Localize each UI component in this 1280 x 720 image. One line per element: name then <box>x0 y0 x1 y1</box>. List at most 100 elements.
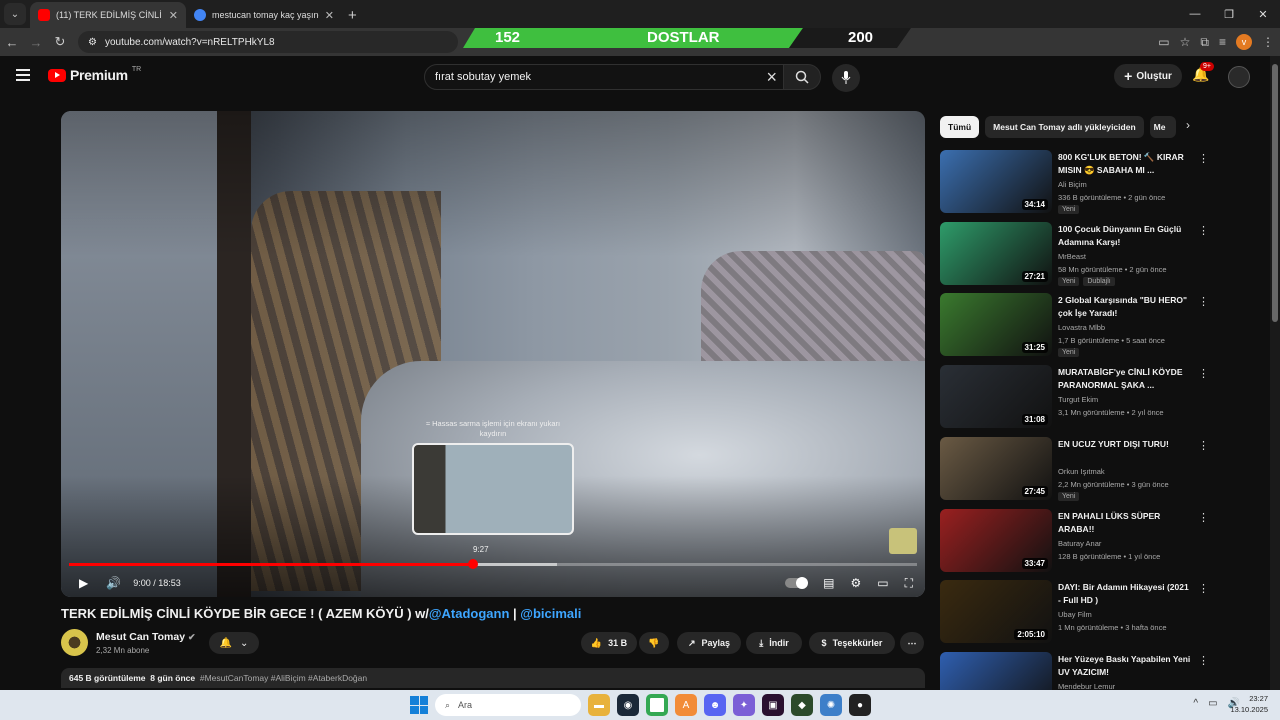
video-channel[interactable]: Baturay Anar <box>1058 539 1101 548</box>
close-tab-icon[interactable]: ✕ <box>169 9 178 22</box>
site-info-icon[interactable]: ⚙ <box>88 37 97 48</box>
youtube-logo[interactable]: Premium TR <box>48 66 141 83</box>
taskbar-search[interactable]: ⌕ Ara <box>435 694 581 716</box>
dislike-button[interactable]: 👎 <box>639 632 669 654</box>
close-window-icon[interactable]: ✕ <box>1246 0 1280 28</box>
download-button[interactable]: ⤓ İndir <box>746 632 802 654</box>
video-channel[interactable]: Turgut Ekim <box>1058 395 1098 404</box>
video-title[interactable]: DAYI: Bir Adamın Hikayesi (2021 - Full H… <box>1058 581 1192 607</box>
recommended-video[interactable]: 2:05:10 DAYI: Bir Adamın Hikayesi (2021 -… <box>940 580 1210 644</box>
more-options-icon[interactable]: ⋮ <box>1198 582 1209 595</box>
subscribed-button[interactable]: 🔔 ⌄ <box>209 632 259 654</box>
close-tab-icon[interactable]: ✕ <box>325 9 334 22</box>
video-thumbnail[interactable]: 27:45 <box>940 436 1052 500</box>
media-controls-icon[interactable]: ≡ <box>1219 35 1226 49</box>
more-actions-button[interactable]: ⋯ <box>900 632 924 654</box>
share-button[interactable]: ↗ Paylaş <box>677 632 741 654</box>
more-options-icon[interactable]: ⋮ <box>1198 654 1209 667</box>
description-box[interactable]: 645 B görüntüleme 8 gün önce #MesutCanTo… <box>61 668 925 688</box>
search-button[interactable] <box>783 64 821 90</box>
clear-search-icon[interactable]: × <box>766 67 777 88</box>
restore-icon[interactable]: ❐ <box>1212 0 1246 28</box>
autoplay-toggle[interactable] <box>785 577 809 589</box>
video-title[interactable]: 800 KG'LUK BETON! 🔨 KIRAR MISIN 😎 SABAHA… <box>1058 151 1192 177</box>
back-icon[interactable]: ← <box>0 35 24 50</box>
profile-avatar[interactable]: v <box>1236 34 1252 50</box>
video-title[interactable]: 2 Global Karşısında "BU HERO" çok İşe Ya… <box>1058 294 1192 320</box>
play-icon[interactable]: ▶ <box>79 576 88 590</box>
mention-link[interactable]: @Atadogann <box>429 606 510 621</box>
reload-icon[interactable]: ↻ <box>48 34 72 50</box>
tray-chevron-icon[interactable]: ^ <box>1193 698 1198 709</box>
app-green-icon[interactable]: ◆ <box>791 694 813 716</box>
recommended-video[interactable]: 34:14 800 KG'LUK BETON! 🔨 KIRAR MISIN 😎 S… <box>940 150 1210 214</box>
hashtags[interactable]: #MesutCanTomay #AliBiçim #AtaberkDoğan <box>200 673 367 683</box>
taskbar-clock[interactable]: 23:27 13.10.2025 <box>1230 693 1268 715</box>
fullscreen-icon[interactable]: ⛶ <box>905 576 913 591</box>
file-explorer-icon[interactable]: ▬ <box>588 694 610 716</box>
recommended-video[interactable]: 31:08 MURATABİGF'ye CİNLİ KÖYDE PARANORMA… <box>940 365 1210 429</box>
thanks-button[interactable]: $ Teşekkürler <box>809 632 895 654</box>
video-title[interactable]: Her Yüzeye Baskı Yapabilen Yeni UV YAZIC… <box>1058 653 1192 679</box>
chevron-right-icon[interactable]: › <box>1186 118 1190 132</box>
chrome-menu-icon[interactable]: ⋮ <box>1262 35 1274 49</box>
obs-icon[interactable]: ● <box>849 694 871 716</box>
cast-icon[interactable]: ▭ <box>1158 35 1169 49</box>
chrome-icon[interactable] <box>646 694 668 716</box>
like-button[interactable]: 👍 31 B <box>581 632 637 654</box>
create-button[interactable]: + Oluştur <box>1114 64 1182 88</box>
theater-mode-icon[interactable]: ▭ <box>877 576 888 590</box>
scrollbar-thumb[interactable] <box>1272 64 1278 322</box>
chip-from-uploader[interactable]: Mesut Can Tomay adlı yükleyiciden <box>985 116 1144 138</box>
video-channel[interactable]: Orkun Işıtmak <box>1058 467 1105 476</box>
video-thumbnail[interactable]: 31:08 <box>940 365 1052 429</box>
page-scrollbar[interactable] <box>1270 56 1280 690</box>
video-player[interactable]: ≈ Hassas sarma işlemi için ekranı yukarı… <box>61 111 925 597</box>
tab-search-button[interactable]: ⌄ <box>4 3 26 25</box>
new-tab-button[interactable]: + <box>348 7 357 24</box>
notifications-button[interactable]: 🔔 9+ <box>1192 62 1214 83</box>
video-title[interactable]: EN PAHALI LÜKS SÜPER ARABA!! <box>1058 510 1192 536</box>
more-options-icon[interactable]: ⋮ <box>1198 511 1209 524</box>
video-channel[interactable]: Ali Biçim <box>1058 180 1087 189</box>
more-options-icon[interactable]: ⋮ <box>1198 367 1209 380</box>
discord-icon[interactable]: ☻ <box>704 694 726 716</box>
more-options-icon[interactable]: ⋮ <box>1198 152 1209 165</box>
video-thumbnail[interactable]: 33:47 <box>940 508 1052 572</box>
channel-watermark[interactable] <box>889 528 917 554</box>
mention-link[interactable]: @bicimali <box>520 606 581 621</box>
browser-tab[interactable]: mestucan tomay kaç yaşında - ✕ <box>186 2 342 28</box>
recommended-video[interactable]: 33:47 EN PAHALI LÜKS SÜPER ARABA!! Baturay… <box>940 508 1210 573</box>
search-input[interactable]: fırat sobutay yemek × <box>424 64 786 90</box>
app-dark-icon[interactable]: ▣ <box>762 694 784 716</box>
progress-bar[interactable] <box>69 559 917 569</box>
more-options-icon[interactable]: ⋮ <box>1198 295 1209 308</box>
bookmark-star-icon[interactable]: ☆ <box>1180 35 1191 49</box>
settings-gear-icon[interactable]: ✺ <box>820 694 842 716</box>
recommended-video[interactable]: 31:25 2 Global Karşısında "BU HERO" çok İ… <box>940 293 1210 358</box>
chip-more[interactable]: Me <box>1149 116 1176 138</box>
video-channel[interactable]: Lovastra Mlbb <box>1058 323 1105 332</box>
network-icon[interactable]: ▭ <box>1208 698 1217 709</box>
volume-icon[interactable]: 🔊 <box>106 576 121 590</box>
video-thumbnail[interactable]: 34:14 <box>940 150 1052 213</box>
recommended-video[interactable]: 27:45 EN UCUZ YURT DIŞI TURU! Orkun Işıtma… <box>940 436 1210 501</box>
recommended-video[interactable]: 27:21 100 Çocuk Dünyanın En Güçlü Adamına… <box>940 221 1210 286</box>
video-channel[interactable]: MrBeast <box>1058 252 1086 261</box>
address-bar[interactable]: ⚙ youtube.com/watch?v=nRELTPHkYL8 <box>78 31 458 53</box>
video-thumbnail[interactable]: 2:05:10 <box>940 580 1052 644</box>
chip-all[interactable]: Tümü <box>940 116 980 138</box>
app-a-icon[interactable]: A <box>675 694 697 716</box>
video-title[interactable]: 100 Çocuk Dünyanın En Güçlü Adamına Karş… <box>1058 223 1192 249</box>
video-title[interactable]: EN UCUZ YURT DIŞI TURU! <box>1058 438 1192 451</box>
windows-start-icon[interactable] <box>410 696 428 714</box>
video-title[interactable]: MURATABİGF'ye CİNLİ KÖYDE PARANORMAL ŞAK… <box>1058 366 1192 392</box>
more-options-icon[interactable]: ⋮ <box>1198 439 1209 452</box>
extensions-icon[interactable]: ⧉ <box>1200 35 1209 50</box>
settings-icon[interactable]: ⚙ <box>850 576 861 590</box>
forward-icon[interactable]: → <box>24 35 48 50</box>
channel-name[interactable]: Mesut Can Tomay ✔ <box>96 631 196 643</box>
video-thumbnail[interactable]: 31:25 <box>940 293 1052 357</box>
game-controller-icon[interactable]: ✦ <box>733 694 755 716</box>
voice-search-button[interactable] <box>832 64 860 92</box>
